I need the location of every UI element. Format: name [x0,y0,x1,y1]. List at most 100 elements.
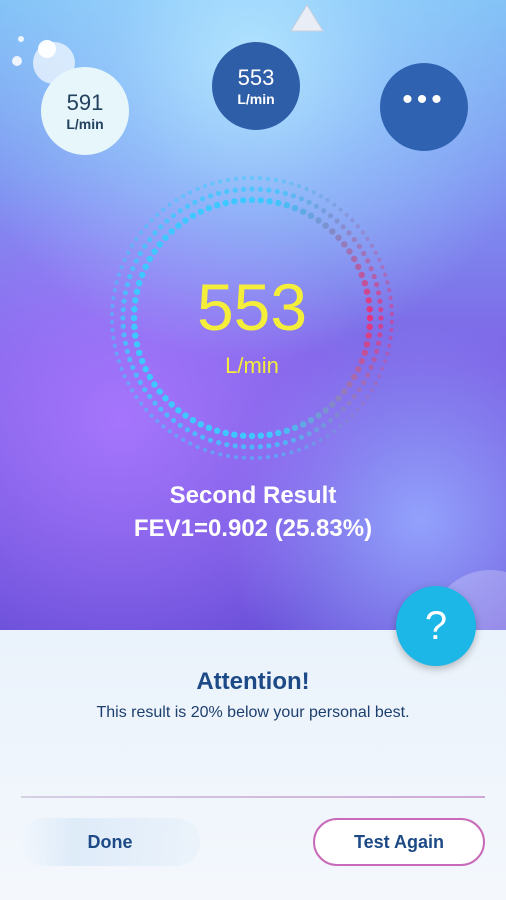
triangle-up-icon[interactable] [289,3,325,33]
gauge-dot [387,343,392,348]
gauge-dot [188,441,193,446]
gauge-dot [188,190,193,195]
gauge-dot [202,184,208,189]
help-button[interactable]: ? [396,586,476,666]
gauge-dot [377,257,382,262]
test-again-button[interactable]: Test Again [313,818,485,866]
gauge-dot [214,427,221,434]
gauge-dot [346,381,353,388]
more-menu-button[interactable]: ••• [380,63,468,151]
gauge-dot [170,417,177,423]
gauge-dot [291,205,299,212]
current-reading-value: 553 [237,65,275,90]
gauge-dot [174,198,179,203]
personal-best-value: 591 [66,90,104,115]
gauge-dot [233,455,239,460]
gauge-dot [130,243,135,248]
gauge-dot [311,441,316,446]
gauge-dot [182,217,189,224]
gauge-dot [241,444,247,450]
gauge-dot [152,230,158,236]
gauge-dot [122,257,127,262]
gauge-dot [168,228,175,235]
gauge-dot [130,266,136,272]
gauge-dot [304,186,309,192]
gauge-dot [325,198,330,203]
gauge-dot [241,455,247,460]
gauge-dot [142,243,148,249]
gauge-dot [304,444,309,450]
gauge-dot [346,400,352,406]
gauge-dot [344,419,349,424]
gauge-dot [161,424,166,429]
gauge-dot [202,447,208,452]
attention-message: This result is 20% below your personal b… [96,704,410,721]
gauge-dot [134,236,139,242]
gauge-dot [158,406,164,412]
gauge-dot [369,243,374,248]
gauge-dot [365,394,370,400]
gauge-dot [315,412,322,419]
gauge-dot [147,393,153,400]
gauge-dot [361,250,367,257]
gauge-unit: L/min [225,353,279,378]
gauge-dot [241,176,247,181]
gauge-dot [338,207,343,212]
gauge-value: 553 [196,270,308,344]
gauge-dot [373,250,378,255]
gauge-dot [210,181,215,186]
gauge-dot [351,255,358,263]
gauge-dot [296,184,302,189]
gauge-dot [139,401,144,406]
gauge-dot [149,218,154,223]
attention-title: Attention! [196,668,310,695]
gauge-dot [351,393,357,400]
result-fev: FEV1=0.902 (25.83%) [133,515,373,542]
gauge-dot [283,427,290,434]
gauge-dot [273,178,278,183]
gauge-dot [151,381,158,388]
gauge-dot [142,263,149,270]
gauge-dot [360,401,365,406]
gauge-dot [307,212,315,219]
gauge-dot [350,218,355,223]
gauge-dot [332,202,337,207]
gauge-dot [181,437,186,442]
gauge-dot [298,196,304,202]
gauge-dot [119,265,124,270]
gauge-dot [373,381,378,386]
gauge-dot [164,412,170,418]
gauge-dot [156,241,163,248]
gauge-dot [275,199,282,207]
gauge-dot [281,452,286,457]
gauge-dot [216,190,222,196]
decorative-bubble [12,56,22,66]
gauge-dot [189,212,197,219]
gauge-dot [340,224,346,230]
gauge-dot [273,453,278,458]
gauge-dot [282,440,288,446]
current-reading-badge[interactable]: 553 L/min [212,42,300,130]
gauge-dot [313,203,320,209]
gauge-dot [158,224,164,230]
gauge-dot [365,258,371,264]
gauge-dot [222,429,229,437]
gauge-dot [266,443,272,449]
gauge-dot [291,424,299,431]
gauge-dot [368,266,374,272]
gauge-dot [321,422,327,428]
gauge-dot [184,427,191,433]
gauge-dot [210,450,215,455]
gauge-dot [351,236,357,243]
gauge-dot [266,187,272,193]
gauge-dot [257,432,264,439]
done-button[interactable]: Done [20,818,200,866]
gauge-dot [257,197,264,204]
gauge-dot [177,208,183,214]
gauge-dot [300,421,307,428]
personal-best-unit: L/min [66,116,104,132]
gauge-dot [167,429,172,434]
gauge-dot [232,443,238,449]
gauge-dot [197,208,204,215]
gauge-dot [356,387,362,393]
